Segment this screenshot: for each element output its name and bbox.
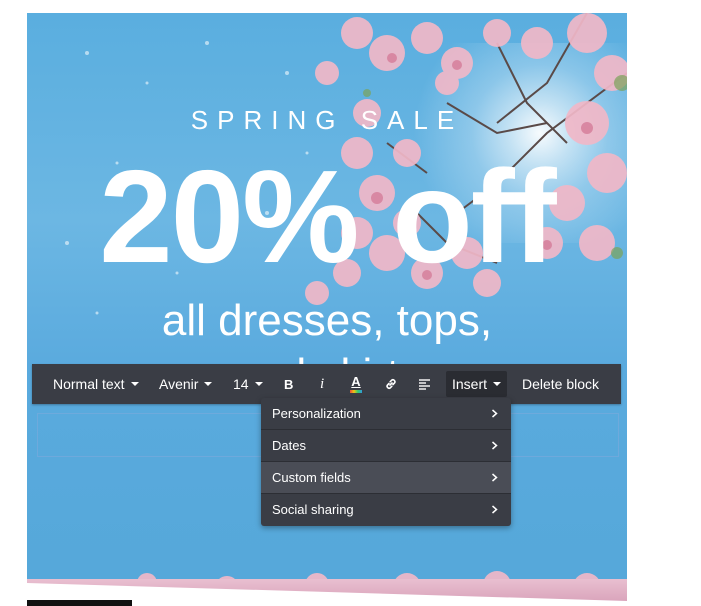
chevron-right-icon [492, 473, 498, 482]
font-label: Avenir [159, 376, 199, 392]
font-size-label: 14 [233, 376, 249, 392]
menu-item-dates[interactable]: Dates [261, 430, 511, 462]
delete-block-label: Delete block [522, 376, 600, 392]
delete-block-button[interactable]: Delete block [522, 364, 599, 404]
chevron-right-icon [492, 505, 498, 514]
chevron-right-icon [492, 409, 498, 418]
sale-eyebrow: SPRING SALE [190, 105, 464, 135]
italic-icon: i [320, 375, 325, 392]
bold-icon: B [284, 376, 294, 392]
menu-item-label: Social sharing [272, 502, 354, 517]
font-size-dropdown[interactable]: 14 [233, 364, 263, 404]
text-color-icon: A [351, 374, 361, 389]
chevron-down-icon [254, 382, 263, 386]
bottom-dark-bar [27, 600, 132, 606]
align-icon [419, 379, 430, 390]
chevron-down-icon [130, 382, 139, 386]
chevron-right-icon [492, 441, 498, 450]
insert-label: Insert [452, 376, 488, 392]
text-style-label: Normal text [53, 376, 125, 392]
menu-item-social-sharing[interactable]: Social sharing [261, 494, 511, 525]
chevron-down-icon [204, 382, 213, 386]
menu-item-custom-fields[interactable]: Custom fields [261, 462, 511, 494]
chevron-down-icon [493, 382, 502, 386]
color-swatch [350, 390, 362, 393]
sale-subline: all dresses, tops, [161, 296, 493, 345]
insert-menu: Personalization Dates Custom fields Soci… [261, 398, 511, 526]
menu-item-label: Dates [272, 438, 306, 453]
sale-headline: 20% off [99, 143, 556, 290]
menu-item-label: Personalization [272, 406, 361, 421]
insert-dropdown[interactable]: Insert [446, 371, 508, 397]
menu-item-label: Custom fields [272, 470, 351, 485]
link-icon [386, 379, 396, 389]
font-dropdown[interactable]: Avenir [159, 364, 213, 404]
text-style-dropdown[interactable]: Normal text [53, 364, 139, 404]
menu-item-personalization[interactable]: Personalization [261, 398, 511, 430]
